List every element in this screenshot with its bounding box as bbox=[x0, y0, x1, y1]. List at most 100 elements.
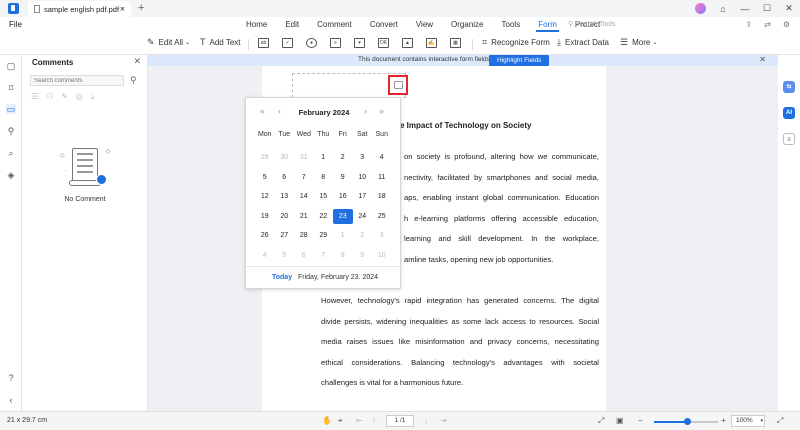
next-month-button[interactable]: › bbox=[364, 106, 367, 116]
comments-icon[interactable]: ▭ bbox=[6, 104, 16, 114]
menu-edit[interactable]: Edit bbox=[276, 20, 308, 29]
filter-status-icon[interactable]: ◎ bbox=[76, 92, 83, 102]
calendar-day[interactable]: 20 bbox=[275, 209, 295, 224]
expand-icon[interactable]: ⤢ bbox=[777, 416, 783, 426]
calendar-day[interactable]: 19 bbox=[255, 209, 275, 224]
calendar-day[interactable]: 3 bbox=[372, 228, 392, 243]
filter-export-icon[interactable]: ⤓ bbox=[91, 92, 95, 102]
calendar-day[interactable]: 1 bbox=[314, 150, 334, 165]
text-field-icon[interactable]: ab bbox=[258, 38, 269, 48]
zoom-slider[interactable] bbox=[654, 418, 718, 425]
close-tab-icon[interactable]: × bbox=[120, 4, 125, 14]
zoom-slider-handle[interactable] bbox=[684, 418, 692, 425]
calendar-day[interactable]: 28 bbox=[294, 228, 314, 243]
calendar-day[interactable]: 3 bbox=[353, 150, 373, 165]
calendar-day[interactable]: 26 bbox=[255, 228, 275, 243]
extract-data-button[interactable]: ⤓ Extract Data bbox=[557, 37, 609, 48]
today-button[interactable]: Today bbox=[272, 274, 292, 281]
calendar-day[interactable]: 9 bbox=[353, 248, 373, 263]
recognize-form-button[interactable]: ⌗ Recognize Form bbox=[482, 37, 550, 48]
search-tools[interactable]: ⚲ Search Tools bbox=[568, 20, 615, 28]
calendar-day[interactable]: 18 bbox=[372, 189, 392, 204]
hand-tool-icon[interactable]: ✋ bbox=[322, 416, 332, 425]
calendar-day[interactable]: 7 bbox=[314, 248, 334, 263]
date-field-icon[interactable]: ▦ bbox=[450, 38, 461, 48]
next-page-icon[interactable]: ↓ bbox=[424, 416, 428, 425]
close-window-button[interactable]: ✕ bbox=[778, 3, 800, 14]
next-year-button[interactable]: » bbox=[379, 106, 384, 116]
zoom-in-icon[interactable]: + bbox=[721, 416, 726, 425]
filter-list-icon[interactable]: ☰ bbox=[31, 92, 38, 102]
menu-comment[interactable]: Comment bbox=[308, 20, 361, 29]
select-tool-icon[interactable]: ⌖ bbox=[338, 416, 343, 426]
calendar-day[interactable]: 8 bbox=[333, 248, 353, 263]
ai-assistant-button[interactable]: AI bbox=[783, 107, 795, 119]
calendar-day[interactable]: 21 bbox=[294, 209, 314, 224]
menu-tools[interactable]: Tools bbox=[493, 20, 530, 29]
calendar-day[interactable]: 5 bbox=[255, 170, 275, 185]
calendar-day[interactable]: 13 bbox=[275, 189, 295, 204]
layers-icon[interactable]: ◈ bbox=[6, 170, 16, 180]
calendar-day[interactable]: 7 bbox=[294, 170, 314, 185]
list-box-icon[interactable]: ≡ bbox=[330, 38, 341, 48]
menu-home[interactable]: Home bbox=[237, 20, 276, 29]
collapse-icon[interactable]: ‹ bbox=[6, 395, 16, 405]
calendar-day[interactable]: 27 bbox=[275, 228, 295, 243]
calendar-day[interactable]: 12 bbox=[255, 189, 275, 204]
calendar-day[interactable]: 6 bbox=[294, 248, 314, 263]
menu-convert[interactable]: Convert bbox=[361, 20, 407, 29]
calendar-day[interactable]: 10 bbox=[353, 170, 373, 185]
fit-page-icon[interactable]: ⤢ bbox=[598, 416, 604, 426]
bookmark-icon[interactable]: ⌑ bbox=[6, 83, 16, 93]
calendar-day[interactable]: 11 bbox=[372, 170, 392, 185]
attachment-icon[interactable]: ⚲ bbox=[6, 126, 16, 136]
signature-field-icon[interactable]: ✍ bbox=[426, 38, 437, 48]
calendar-day[interactable]: 17 bbox=[353, 189, 373, 204]
calendar-day[interactable]: 8 bbox=[314, 170, 334, 185]
calendar-day[interactable]: 16 bbox=[333, 189, 353, 204]
edit-all-button[interactable]: ✎ Edit All ⌄ bbox=[147, 37, 190, 48]
share-icon[interactable]: ⇄ bbox=[764, 20, 771, 29]
date-picker-button[interactable] bbox=[388, 75, 408, 95]
search-icon[interactable]: ⚲ bbox=[130, 75, 137, 86]
calendar-day-selected[interactable]: 23 bbox=[333, 208, 353, 224]
calendar-day[interactable]: 30 bbox=[275, 150, 295, 165]
calendar-day[interactable]: 5 bbox=[275, 248, 295, 263]
avatar[interactable] bbox=[695, 3, 706, 14]
calendar-day[interactable]: 4 bbox=[255, 248, 275, 263]
image-field-icon[interactable]: ▲ bbox=[402, 38, 413, 48]
close-infobar-icon[interactable]: ✕ bbox=[759, 55, 766, 64]
calendar-day[interactable]: 15 bbox=[314, 189, 334, 204]
prev-page-icon[interactable]: ↑ bbox=[372, 416, 376, 425]
highlight-fields-button[interactable]: Highlight Fields bbox=[489, 55, 550, 66]
first-page-icon[interactable]: ⇤ bbox=[356, 416, 363, 425]
calendar-day[interactable]: 31 bbox=[294, 150, 314, 165]
menu-view[interactable]: View bbox=[407, 20, 442, 29]
page-thumbnails-icon[interactable]: ▢ bbox=[6, 61, 16, 71]
file-menu[interactable]: File bbox=[9, 20, 22, 29]
document-tab[interactable]: sample english pdf.pdf * × bbox=[28, 1, 131, 17]
radio-button-icon[interactable]: ● bbox=[306, 38, 317, 48]
page-number-field[interactable]: 1 /1 bbox=[386, 415, 414, 427]
menu-organize[interactable]: Organize bbox=[442, 20, 492, 29]
new-tab-button[interactable]: + bbox=[138, 2, 144, 14]
upload-icon[interactable]: ⇪ bbox=[745, 20, 752, 29]
calendar-day[interactable]: 4 bbox=[372, 150, 392, 165]
maximize-button[interactable]: ☐ bbox=[756, 3, 778, 14]
settings-icon[interactable]: ⚙ bbox=[783, 20, 790, 29]
calendar-day[interactable]: 14 bbox=[294, 189, 314, 204]
calendar-day[interactable]: 1 bbox=[333, 228, 353, 243]
calendar-day[interactable]: 10 bbox=[372, 248, 392, 263]
notification-icon[interactable]: ⌂ bbox=[712, 4, 734, 14]
translate-icon[interactable]: ⇆ bbox=[783, 81, 795, 93]
more-button[interactable]: ☰ More ⌄ bbox=[620, 37, 657, 48]
help-icon[interactable]: ? bbox=[6, 373, 16, 383]
calendar-day[interactable]: 22 bbox=[314, 209, 334, 224]
menu-form[interactable]: Form bbox=[529, 20, 566, 32]
combo-box-icon[interactable]: ▾ bbox=[354, 38, 365, 48]
fit-width-icon[interactable]: ▣ bbox=[616, 416, 624, 425]
calendar-day[interactable]: 9 bbox=[333, 170, 353, 185]
calendar-day[interactable]: 2 bbox=[333, 150, 353, 165]
properties-icon[interactable]: ≡ bbox=[783, 133, 795, 145]
calendar-day[interactable]: 6 bbox=[275, 170, 295, 185]
